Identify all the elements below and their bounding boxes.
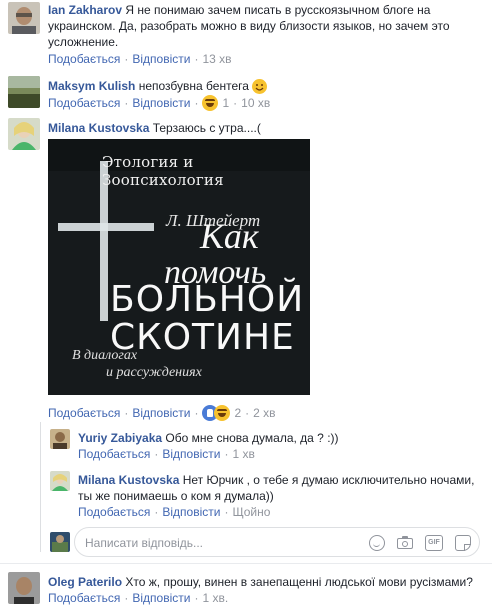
separator-dot: · <box>124 52 129 66</box>
separator-dot: · <box>124 96 129 110</box>
emoji-icon[interactable] <box>369 535 385 551</box>
comment-text: непозбувна бентега <box>138 79 249 93</box>
separator-dot: · <box>194 591 199 605</box>
reply-author[interactable]: Milana Kustovska <box>78 473 179 487</box>
comment-actions: Подобається · Відповісти · 13 хв <box>48 52 232 66</box>
current-user-avatar <box>50 532 70 552</box>
camera-icon[interactable] <box>397 535 413 551</box>
avatar[interactable] <box>50 471 70 491</box>
reply-thread-line <box>40 422 41 552</box>
like-link[interactable]: Подобається <box>78 447 150 461</box>
smile-emoji-icon <box>252 79 268 95</box>
reply-composer[interactable]: GIF <box>74 527 480 557</box>
reply-author[interactable]: Yuriy Zabiyaka <box>78 431 162 445</box>
haha-reaction-icon[interactable] <box>214 405 231 421</box>
book-subtitle: и рассуждениях <box>106 365 202 380</box>
avatar[interactable] <box>8 572 40 604</box>
reply-input[interactable] <box>85 534 355 552</box>
reply-link[interactable]: Відповісти <box>162 505 220 519</box>
comment-actions: Подобається · Відповісти · 1 хв. <box>48 591 228 605</box>
like-link[interactable]: Подобається <box>48 96 120 110</box>
comment-body: Maksym Kulish непозбувна бентега <box>48 78 478 95</box>
reply-link[interactable]: Відповісти <box>132 591 190 605</box>
avatar[interactable] <box>8 2 40 34</box>
comment-body: Milana Kustovska Терзаюсь с утра....( <box>48 120 478 136</box>
like-link[interactable]: Подобається <box>48 52 120 66</box>
haha-reaction-icon[interactable] <box>202 95 219 111</box>
comment-time[interactable]: 2 хв <box>253 406 275 420</box>
comment-author[interactable]: Maksym Kulish <box>48 79 135 93</box>
separator-dot: · <box>233 96 238 110</box>
book-title-line: СКОТИНЕ <box>110 317 295 358</box>
reaction-count[interactable]: 1 <box>222 96 229 110</box>
separator-dot: · <box>124 406 129 420</box>
separator-dot: · <box>194 52 199 66</box>
book-subtitle: В диалогах <box>72 348 138 363</box>
separator-dot: · <box>194 406 199 420</box>
reply-actions: Подобається · Відповісти · Щойно <box>78 505 270 519</box>
reply-link[interactable]: Відповісти <box>132 406 190 420</box>
avatar[interactable] <box>8 118 40 150</box>
reply-body: Milana Kustovska Нет Юрчик , о тебе я ду… <box>78 472 478 504</box>
divider <box>0 563 492 564</box>
comment-time[interactable]: 13 хв <box>202 52 231 66</box>
comment-author[interactable]: Oleg Paterilo <box>48 575 122 589</box>
separator-dot: · <box>194 96 199 110</box>
like-link[interactable]: Подобається <box>48 591 120 605</box>
reply-time[interactable]: Щойно <box>232 505 270 519</box>
book-series-title: Этология и Зоопсихология <box>102 153 224 189</box>
like-link[interactable]: Подобається <box>48 406 120 420</box>
gif-icon[interactable]: GIF <box>425 535 443 551</box>
reply-body: Yuriy Zabiyaka Обо мне снова думала, да … <box>78 430 478 446</box>
comment-time[interactable]: 10 хв <box>241 96 270 110</box>
comment-text: Терзаюсь с утра....( <box>152 121 261 135</box>
reply-actions: Подобається · Відповісти · 1 хв <box>78 447 255 461</box>
reply-link[interactable]: Відповісти <box>132 52 190 66</box>
comment-time[interactable]: 1 хв. <box>202 591 228 605</box>
avatar[interactable] <box>8 76 40 108</box>
comment-actions: Подобається · Відповісти · 2 · 2 хв <box>48 405 276 421</box>
comment-body: Ian Zakharov Я не понимаю зачем писать в… <box>48 2 478 50</box>
sticker-icon[interactable] <box>455 535 471 551</box>
comment-author[interactable]: Ian Zakharov <box>48 3 122 17</box>
like-link[interactable]: Подобається <box>78 505 150 519</box>
separator-dot: · <box>124 591 129 605</box>
comment-body: Oleg Paterilo Хто ж, прошу, винен в зане… <box>48 574 488 590</box>
reply-text: Обо мне снова думала, да ? :)) <box>165 431 339 445</box>
comment-text: Хто ж, прошу, винен в занепащенні людськ… <box>125 575 473 589</box>
book-title-line: БОЛЬНОЙ <box>110 279 305 320</box>
reply-link[interactable]: Відповісти <box>162 447 220 461</box>
separator-dot: · <box>154 505 159 519</box>
book-title-line: Как <box>200 216 259 256</box>
separator-dot: · <box>224 447 229 461</box>
attached-photo-book-cover[interactable]: Этология и Зоопсихология Л. Штейерт Как … <box>48 139 310 395</box>
separator-dot: · <box>245 406 250 420</box>
cross-decoration <box>58 223 154 231</box>
separator-dot: · <box>154 447 159 461</box>
reaction-count[interactable]: 2 <box>234 406 241 420</box>
comment-author[interactable]: Milana Kustovska <box>48 121 149 135</box>
comment-actions: Подобається · Відповісти · 1 · 10 хв <box>48 95 270 111</box>
reply-link[interactable]: Відповісти <box>132 96 190 110</box>
separator-dot: · <box>224 505 229 519</box>
reply-time[interactable]: 1 хв <box>232 447 254 461</box>
avatar[interactable] <box>50 429 70 449</box>
